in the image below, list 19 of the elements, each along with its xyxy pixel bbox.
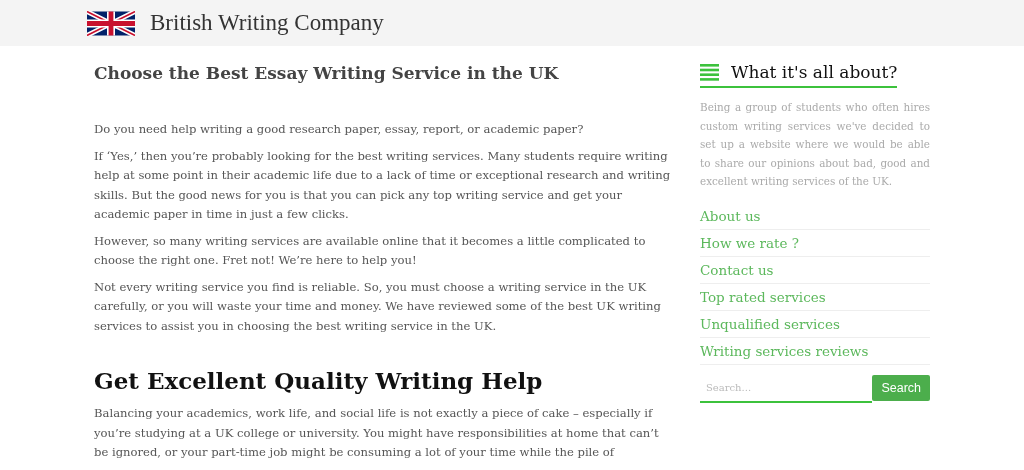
sidebar-title: What it's all about? <box>731 62 898 82</box>
paragraph: Balancing your academics, work life, and social life is not exactly a piece of cake – especially if you’re studying at a UK college or university. You might have responsibilities at home that can’t be ignored, or your part-time job might be consuming a lot of your time while the pile of <box>94 405 660 461</box>
union-flag-icon <box>87 10 135 36</box>
sidebar-link[interactable]: How we rate ? <box>700 229 930 257</box>
paragraph: Not every writing service you find is reliable. So, you must choose a writing service in the UK carefully, or you will waste your time and money. We have reviewed some of the best UK writing services to assist you in choosing the best writing service in the UK. <box>94 278 662 335</box>
sidebar-link[interactable]: Contact us <box>700 256 930 284</box>
site-title[interactable]: British Writing Company <box>150 10 384 36</box>
sidebar-link[interactable]: Top rated services <box>700 283 930 311</box>
article-title: Choose the Best Essay Writing Service in the UK <box>94 62 560 85</box>
search-button[interactable]: Search <box>872 374 930 401</box>
section-heading: Get Excellent Quality Writing Help <box>94 366 544 396</box>
sidebar-link[interactable]: Writing services reviews <box>700 337 930 365</box>
paragraph: If ‘Yes,’ then you’re probably looking for the best writing services. Many students require writing help at some point in their academic life due to a lack of time or exceptional research and writing skills. But the good news for you is that you can pick any top writing service and get your academic paper in time in just a few clicks. <box>94 147 672 223</box>
sidebar-link[interactable]: About us <box>700 202 930 230</box>
menu-icon <box>700 63 719 81</box>
sidebar-intro: Being a group of students who often hires custom writing services we've decided to set up a website where we would be able to share our opinions about bad, good and excellent writing services of the UK. <box>700 100 930 189</box>
paragraph: Do you need help writing a good research paper, essay, report, or academic paper? <box>94 121 585 138</box>
paragraph: However, so many writing services are available online that it becomes a little complicated to choose the right one. Fret not! We’re here to help you! <box>94 232 647 269</box>
sidebar-link[interactable]: Unqualified services <box>700 310 930 338</box>
